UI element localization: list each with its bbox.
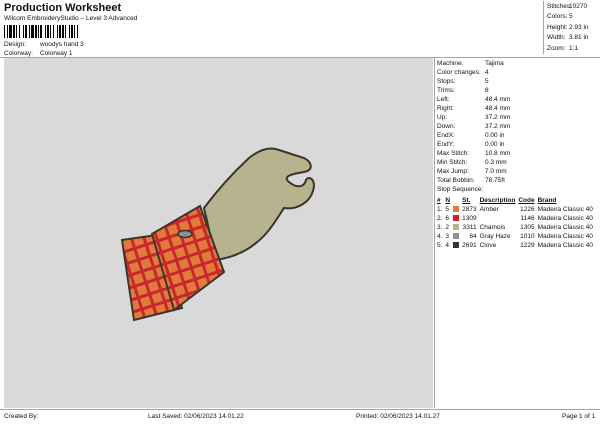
stat-colors: Colors: 5 xyxy=(547,13,573,21)
barcode xyxy=(4,25,78,38)
info-machine: Machine: Tajima xyxy=(437,60,504,67)
info-endx: EndX: 0.00 in xyxy=(437,132,505,139)
created-by: Created By: xyxy=(4,413,39,420)
footer-divider xyxy=(0,409,600,410)
table-row: 4. 3 84 Gray Haze 1010 Madeira Classic 40 xyxy=(437,232,596,241)
cell-n: 5 xyxy=(445,206,450,213)
color-swatch xyxy=(453,233,460,240)
last-saved: Last Saved: 02/06/2023 14.01.22 xyxy=(148,413,244,420)
design-label: Design: xyxy=(4,41,27,48)
color-swatch xyxy=(453,206,460,213)
colorway-row: Colorway: Colorway 1 xyxy=(4,50,73,57)
colorway-label: Colorway: xyxy=(4,50,33,57)
cell-code: 1226 xyxy=(520,206,535,213)
info-trims: Trims: 8 xyxy=(437,87,489,94)
cell-desc: Amber xyxy=(479,206,499,213)
cell-desc xyxy=(480,214,519,223)
info-endy: EndY: 0.00 in xyxy=(437,141,505,148)
stats-panel: Stitches: 10270 Colors: 5 Height: 2.93 in W… xyxy=(543,1,600,54)
stop-sequence-table: # N St. Description Code Brand 1. 5 2873 Am… xyxy=(437,196,596,250)
design-row: Design: woodys hand 3 xyxy=(4,41,84,48)
stat-stitches: Stitches: 10270 xyxy=(547,2,588,10)
table-row: 5. 4 2691 Clove 1229 Madeira Classic 40 xyxy=(437,241,596,250)
color-swatch xyxy=(453,215,460,222)
cell-code: 1229 xyxy=(520,242,535,249)
design-preview xyxy=(4,58,433,408)
color-swatch xyxy=(453,224,460,231)
cell-n: 6 xyxy=(445,215,450,222)
cell-desc: Gray Haze xyxy=(479,233,511,240)
cell-num: 4. xyxy=(437,233,443,240)
table-header: # N St. Description Code Brand xyxy=(437,197,557,204)
cell-st: 2873 xyxy=(462,206,477,213)
info-max-jump: Max Jump: 7.0 mm xyxy=(437,168,507,175)
info-total-bobbin: Total Bobbin: 78.75ft xyxy=(437,177,505,184)
info-max-stitch: Max Stitch: 10.8 mm xyxy=(437,150,511,157)
cell-n: 2 xyxy=(445,224,450,231)
cell-st: 84 xyxy=(469,233,477,240)
cell-st: 1309 xyxy=(462,215,477,222)
cell-code: 1010 xyxy=(520,233,535,240)
cell-st: 2691 xyxy=(462,242,477,249)
page-number: Page 1 of 1 xyxy=(562,413,596,420)
stat-zoom: Zoom: 1:1 xyxy=(547,44,579,52)
cell-brand: Madeira Classic 40 xyxy=(537,215,593,222)
cell-brand: Madeira Classic 40 xyxy=(537,206,593,213)
cell-code: 1305 xyxy=(520,224,535,231)
cell-brand: Madeira Classic 40 xyxy=(537,224,593,231)
embroidery-hand-image xyxy=(120,147,316,322)
stat-height: Height: 2.93 in xyxy=(547,23,589,31)
table-row: 2. 6 1309 1146 Madeira Classic 40 xyxy=(437,214,596,223)
color-swatch xyxy=(453,242,460,249)
cell-st: 3311 xyxy=(462,224,477,231)
software-subtitle: Wilcom EmbroideryStudio – Level 3 Advanc… xyxy=(4,15,138,22)
info-down: Down: 37.2 mm xyxy=(437,123,511,130)
stop-sequence-title: Stop Sequence: xyxy=(437,186,484,193)
cell-num: 3. xyxy=(437,224,443,231)
cell-n: 3 xyxy=(445,233,450,240)
info-stops: Stops: 5 xyxy=(437,78,489,85)
cell-n: 4 xyxy=(445,242,450,249)
info-up: Up: 37.2 mm xyxy=(437,114,511,121)
page-title: Production Worksheet xyxy=(4,2,122,14)
info-left: Left: 48.4 mm xyxy=(437,96,511,103)
colorway-value: Colorway 1 xyxy=(40,50,73,57)
info-right: Right: 48.4 mm xyxy=(437,105,511,112)
stat-width: Width: 3.81 in xyxy=(547,34,589,42)
design-value: woodys hand 3 xyxy=(40,41,84,48)
cell-code: 1146 xyxy=(520,215,535,222)
cell-brand: Madeira Classic 40 xyxy=(537,242,593,249)
table-row: 3. 2 3311 Chamois 1305 Madeira Classic 40 xyxy=(437,223,596,232)
table-row: 1. 5 2873 Amber 1226 Madeira Classic 40 xyxy=(437,205,596,214)
info-color-changes: Color changes: 4 xyxy=(437,69,489,76)
cell-desc: Chamois xyxy=(479,224,506,231)
machine-info-panel: Machine: Tajima Color changes: 4 Stops: 5 T… xyxy=(434,58,600,408)
cell-num: 2. xyxy=(437,215,443,222)
cell-brand: Madeira Classic 40 xyxy=(537,233,593,240)
info-min-stitch: Min Stitch: 0.3 mm xyxy=(437,159,507,166)
cell-num: 5. xyxy=(437,242,443,249)
cell-desc: Clove xyxy=(479,242,497,249)
cell-num: 1. xyxy=(437,206,443,213)
printed-date: Printed: 02/06/2023 14.01.27 xyxy=(356,413,440,420)
